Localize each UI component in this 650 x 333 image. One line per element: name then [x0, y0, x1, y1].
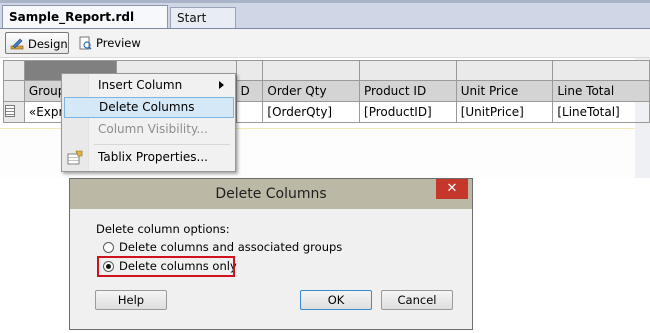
menu-separator	[94, 144, 230, 145]
column-handle[interactable]	[552, 60, 650, 81]
data-cell[interactable]	[235, 101, 264, 123]
help-button[interactable]: Help	[95, 290, 167, 310]
menu-item-insert-column[interactable]: Insert Column	[64, 75, 234, 96]
column-handle[interactable]	[359, 60, 457, 81]
header-cell-product-id[interactable]: Product ID	[359, 80, 457, 102]
design-tab-button[interactable]: Design	[5, 32, 69, 54]
submenu-arrow-icon	[219, 81, 224, 89]
radio-delete-columns-and-groups[interactable]: Delete columns and associated groups	[103, 239, 342, 255]
tablix-properties-icon	[67, 150, 83, 166]
column-handle[interactable]	[235, 60, 264, 81]
close-icon[interactable]: ✕	[436, 179, 468, 199]
radio-label: Delete columns and associated groups	[119, 240, 343, 254]
header-cell-line-total[interactable]: Line Total	[552, 80, 650, 102]
header-cell[interactable]: D	[235, 80, 264, 102]
radio-button[interactable]	[103, 242, 114, 253]
column-handle[interactable]	[455, 60, 554, 81]
data-cell-line-total[interactable]: [LineTotal]	[552, 101, 650, 123]
annotation-highlight-box	[97, 256, 235, 277]
data-cell-order-qty[interactable]: [OrderQty]	[262, 101, 361, 123]
preview-tab-button[interactable]: Preview	[74, 32, 144, 54]
menu-item-delete-columns[interactable]: Delete Columns	[64, 97, 234, 118]
header-cell-unit-price[interactable]: Unit Price	[455, 80, 554, 102]
menu-item-tablix-properties[interactable]: Tablix Properties...	[64, 147, 234, 168]
data-cell-unit-price[interactable]: [UnitPrice]	[455, 101, 554, 123]
header-cell-order-qty[interactable]: Order Qty	[262, 80, 361, 102]
ok-button[interactable]: OK	[300, 290, 372, 310]
column-handle[interactable]	[262, 60, 361, 81]
preview-page-icon	[78, 35, 92, 50]
preview-tab-label: Preview	[96, 36, 141, 50]
detail-rows-icon	[5, 104, 15, 117]
data-cell-product-id[interactable]: [ProductID]	[359, 101, 457, 123]
tab-strip-edge	[0, 0, 650, 3]
tab-sample-report-design[interactable]: Sample_Report.rdl [Design]	[2, 5, 168, 46]
row-handle[interactable]	[3, 101, 25, 123]
design-tab-label: Design	[28, 37, 68, 51]
cancel-button[interactable]: Cancel	[381, 290, 453, 310]
dialog-title: Delete Columns	[215, 186, 327, 202]
background-area	[0, 178, 69, 333]
row-handle[interactable]	[3, 80, 25, 102]
pencil-ruler-icon	[10, 36, 24, 50]
menu-item-column-visibility[interactable]: Column Visibility...	[64, 119, 234, 140]
tablix-corner-handle[interactable]	[3, 60, 25, 81]
tab-start-page[interactable]: Start Page	[170, 7, 236, 45]
delete-options-label: Delete column options:	[96, 222, 230, 236]
